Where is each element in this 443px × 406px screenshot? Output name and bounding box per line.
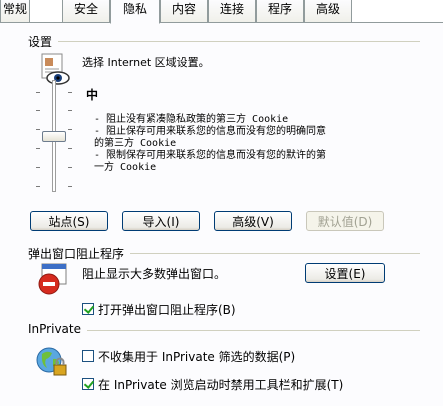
tab-label: 常规 [2, 2, 27, 16]
slider-tick [36, 167, 40, 168]
tab-label: 连接 [219, 2, 244, 16]
slider-thumb[interactable] [42, 131, 66, 142]
slider-tick [36, 186, 40, 187]
tab-label: 隐私 [122, 2, 147, 16]
tab-label: 安全 [73, 2, 98, 16]
blocked-window-icon [38, 263, 67, 295]
inprivate-group-title: InPrivate [28, 322, 87, 336]
level-detail-line: 一方 Cookie [94, 162, 157, 173]
popup-group-title: 弹出窗口阻止程序 [28, 245, 131, 262]
tab-label: 程序 [267, 2, 292, 16]
advanced-button[interactable]: 高级(V) [214, 211, 292, 231]
tab-general[interactable]: 常规 [0, 0, 30, 22]
privacy-level-title: 中 [86, 88, 99, 102]
inprivate-filtering-label[interactable]: 不收集用于 InPrivate 筛选的数据(P) [98, 348, 295, 365]
tab-privacy[interactable]: 隐私 [110, 0, 160, 24]
tab-label: 高级 [315, 2, 340, 16]
slider-tick [68, 186, 72, 187]
tab-advanced[interactable]: 高级 [304, 0, 352, 22]
enable-popup-blocker-checkbox[interactable] [82, 303, 94, 315]
slider-tick [68, 129, 72, 130]
tab-security[interactable]: 安全 [62, 0, 110, 22]
default-button[interactable]: 默认值(D) [306, 211, 384, 231]
slider-tick [68, 148, 72, 149]
tab-strip: 常规 安全 隐私 内容 连接 程序 高级 [0, 0, 443, 24]
popup-settings-button[interactable]: 设置(E) [305, 263, 385, 283]
inprivate-filtering-checkbox[interactable] [82, 350, 94, 362]
enable-popup-blocker-label[interactable]: 打开弹出窗口阻止程序(B) [98, 301, 236, 318]
disable-toolbars-label[interactable]: 在 InPrivate 浏览启动时禁用工具栏和扩展(T) [98, 376, 343, 393]
settings-description: 选择 Internet 区域设置。 [82, 56, 210, 69]
settings-group-divider [28, 41, 420, 42]
slider-tick [36, 110, 40, 111]
globe-lock-icon [36, 347, 67, 376]
slider-tick [36, 92, 40, 93]
slider-tick [36, 148, 40, 149]
popup-description: 阻止显示大多数弹出窗口。 [82, 267, 227, 281]
slider-tick [68, 167, 72, 168]
import-button[interactable]: 导入(I) [122, 211, 200, 231]
tab-programs[interactable]: 程序 [256, 0, 304, 22]
sites-button[interactable]: 站点(S) [30, 211, 108, 231]
tab-connections[interactable]: 连接 [208, 0, 256, 22]
tab-label: 内容 [171, 2, 196, 16]
tab-content[interactable]: 内容 [160, 0, 208, 22]
settings-group-title: 设置 [28, 33, 59, 50]
slider-tick [68, 110, 72, 111]
disable-toolbars-checkbox[interactable] [82, 378, 94, 390]
slider-tick [68, 92, 72, 93]
slider-tick [36, 129, 40, 130]
